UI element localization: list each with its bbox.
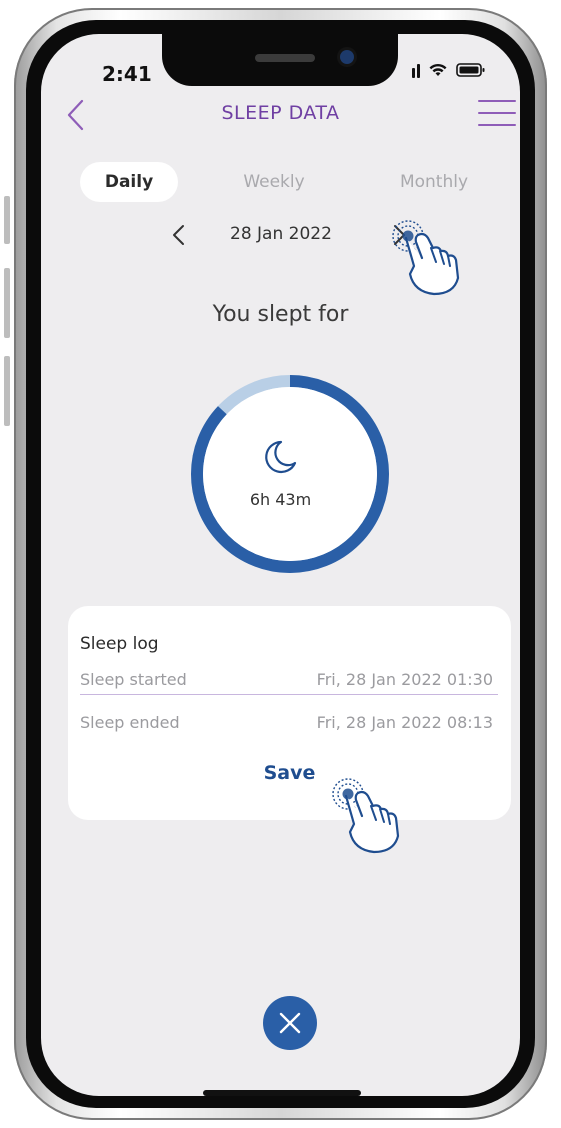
signal-icon: [412, 62, 420, 78]
tap-hand-icon: [332, 778, 400, 854]
home-indicator: [203, 1090, 361, 1096]
menu-icon[interactable]: [478, 100, 516, 130]
camera: [340, 50, 354, 64]
sleep-started-label: Sleep started: [80, 670, 187, 689]
sleep-ended-value[interactable]: Fri, 28 Jan 2022 08:13: [317, 713, 493, 732]
status-icons: [412, 62, 486, 78]
divider: [80, 694, 498, 695]
summary-heading: You slept for: [212, 302, 349, 327]
tab-daily[interactable]: Daily: [80, 162, 178, 202]
sleep-ended-label: Sleep ended: [80, 713, 180, 732]
battery-icon: [456, 63, 485, 77]
side-button: [4, 196, 10, 244]
close-icon: [279, 1012, 301, 1034]
sleep-started-value[interactable]: Fri, 28 Jan 2022 01:30: [317, 670, 493, 689]
side-button: [4, 356, 10, 426]
tap-hand-icon: [392, 220, 460, 296]
status-time: 2:41: [102, 62, 152, 86]
page-title: SLEEP DATA: [221, 102, 340, 124]
sleep-log-title: Sleep log: [80, 634, 159, 654]
date-label: 28 Jan 2022: [230, 224, 332, 244]
tab-monthly[interactable]: Monthly: [384, 162, 484, 202]
tab-label: Monthly: [399, 172, 469, 192]
speaker: [255, 54, 315, 62]
moon-icon: [265, 440, 297, 474]
save-button[interactable]: Save: [0, 762, 561, 784]
sleep-duration: 6h 43m: [249, 490, 312, 509]
tab-label: Weekly: [243, 172, 305, 192]
wifi-icon: [429, 63, 447, 76]
tab-weekly[interactable]: Weekly: [222, 162, 326, 202]
close-button[interactable]: [263, 996, 317, 1050]
previous-date-icon[interactable]: [168, 222, 190, 248]
tab-label: Daily: [104, 172, 154, 192]
